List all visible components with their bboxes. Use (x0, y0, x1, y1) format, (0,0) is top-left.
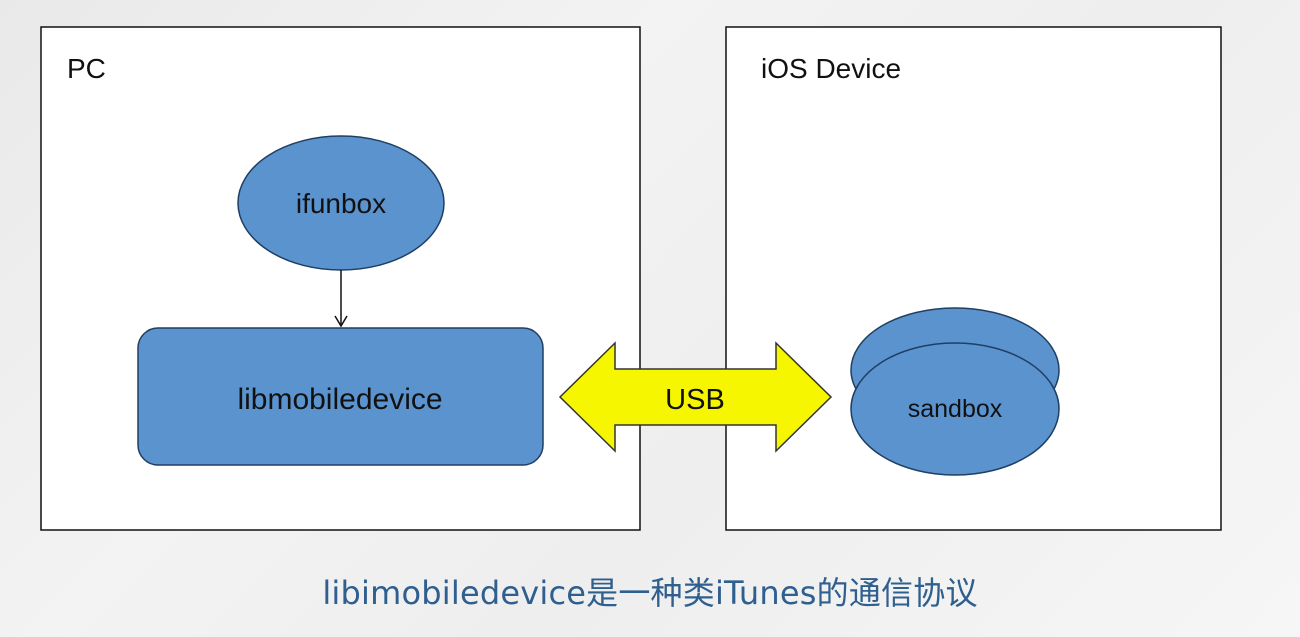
usb-label: USB (665, 384, 725, 416)
caption: libimobiledevice是一种类iTunes的通信协议 (322, 574, 978, 612)
ios-device-label: iOS Device (761, 53, 901, 84)
architecture-diagram: PC iOS Device ifunbox libmobiledevice US… (40, 26, 1222, 531)
ifunbox-label: ifunbox (296, 188, 386, 219)
pc-label: PC (67, 53, 106, 84)
libmobiledevice-label: libmobiledevice (237, 383, 442, 416)
sandbox-label: sandbox (908, 395, 1003, 423)
